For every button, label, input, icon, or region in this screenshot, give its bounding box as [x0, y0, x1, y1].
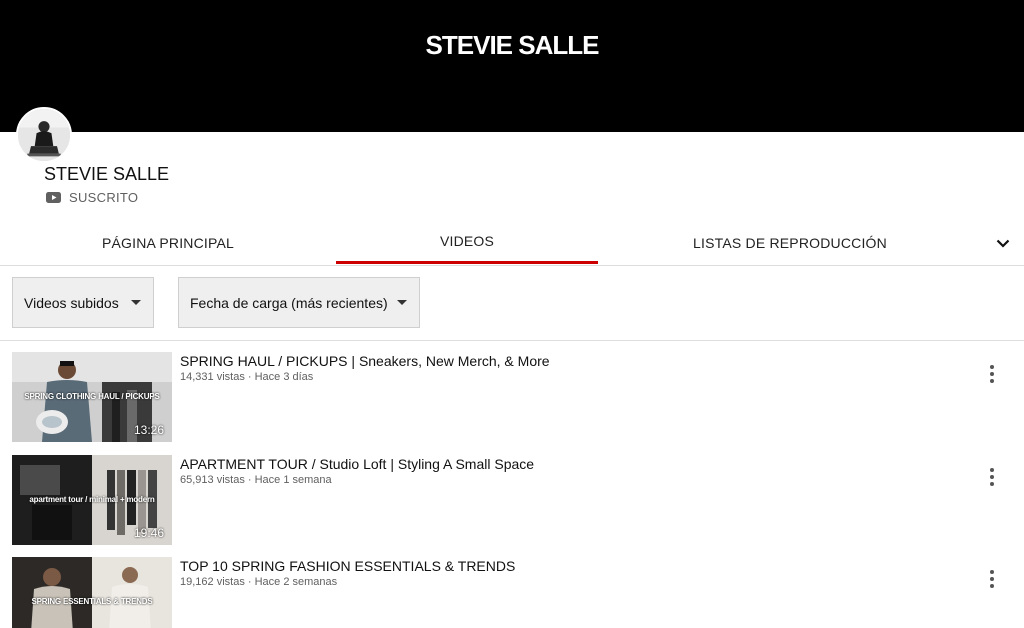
video-title[interactable]: TOP 10 SPRING FASHION ESSENTIALS & TREND…: [180, 558, 515, 574]
tab-videos[interactable]: VIDEOS: [336, 218, 598, 264]
dropdown-caret-icon: [131, 300, 141, 305]
video-list-item[interactable]: apartment tour / minimal + modern 19:46 …: [0, 455, 1024, 547]
channel-tabs: PÁGINA PRINCIPAL VIDEOS LISTAS DE REPROD…: [0, 220, 1024, 266]
video-list-item[interactable]: SPRING CLOTHING HAUL / PICKUPS 13:26 SPR…: [0, 352, 1024, 444]
avatar[interactable]: [16, 107, 72, 163]
thumbnail-image: [12, 557, 172, 628]
channel-name: STEVIE SALLE: [44, 164, 170, 184]
subscribed-status[interactable]: SUSCRITO: [46, 190, 138, 205]
divider: [0, 340, 1024, 341]
youtube-play-icon: [46, 192, 61, 203]
thumbnail-overlay-text: SPRING ESSENTIALS & TRENDS: [31, 597, 153, 606]
video-duration: 19:46: [133, 526, 164, 540]
upload-type-dropdown[interactable]: Videos subidos: [12, 277, 154, 328]
more-vertical-icon[interactable]: [980, 362, 1004, 386]
video-list-item[interactable]: SPRING ESSENTIALS & TRENDS TOP 10 SPRING…: [0, 557, 1024, 628]
upload-type-value: Videos subidos: [24, 294, 119, 311]
sort-order-dropdown[interactable]: Fecha de carga (más recientes): [178, 277, 420, 328]
video-title[interactable]: SPRING HAUL / PICKUPS | Sneakers, New Me…: [180, 353, 550, 369]
tab-playlists[interactable]: LISTAS DE REPRODUCCIÓN: [598, 220, 982, 265]
dropdown-caret-icon: [397, 300, 407, 305]
video-thumbnail[interactable]: apartment tour / minimal + modern 19:46: [12, 455, 172, 545]
more-vertical-icon[interactable]: [980, 567, 1004, 591]
avatar-image: [18, 109, 70, 161]
video-meta: 65,913 vistas · Hace 1 semana: [180, 474, 332, 486]
tab-home[interactable]: PÁGINA PRINCIPAL: [0, 220, 336, 265]
banner-title: STEVIE SALLE: [425, 30, 600, 60]
thumbnail-overlay-text: apartment tour / minimal + modern: [29, 495, 155, 504]
channel-banner: STEVIE SALLE: [0, 0, 1024, 132]
video-title[interactable]: APARTMENT TOUR / Studio Loft | Styling A…: [180, 456, 534, 472]
video-thumbnail[interactable]: SPRING ESSENTIALS & TRENDS: [12, 557, 172, 628]
video-duration: 13:26: [133, 423, 164, 437]
video-meta: 19,162 vistas · Hace 2 semanas: [180, 576, 338, 588]
more-vertical-icon[interactable]: [980, 465, 1004, 489]
sort-order-value: Fecha de carga (más recientes): [190, 294, 388, 311]
chevron-down-icon: [996, 239, 1010, 248]
thumbnail-overlay-text: SPRING CLOTHING HAUL / PICKUPS: [24, 392, 160, 401]
more-tabs-button[interactable]: [992, 232, 1014, 254]
subscribed-label: SUSCRITO: [69, 190, 139, 205]
video-thumbnail[interactable]: SPRING CLOTHING HAUL / PICKUPS 13:26: [12, 352, 172, 442]
video-meta: 14,331 vistas · Hace 3 días: [180, 371, 314, 383]
